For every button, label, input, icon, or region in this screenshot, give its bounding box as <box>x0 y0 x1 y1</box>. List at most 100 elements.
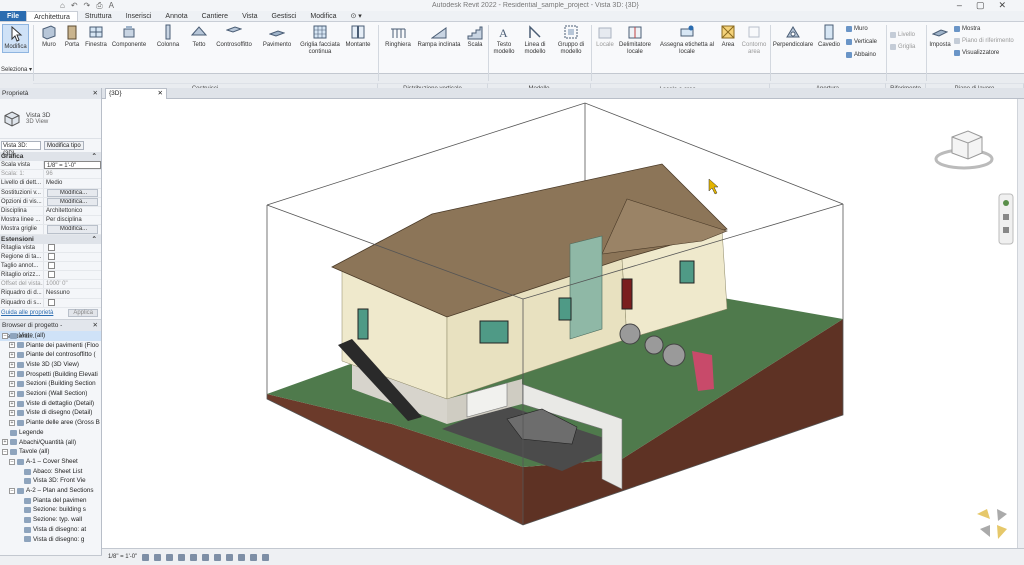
railing-button[interactable]: Ringhiera <box>382 24 414 49</box>
close-browser-icon[interactable]: ✕ <box>93 320 98 331</box>
browser-node[interactable]: Vista di disegno: at <box>0 525 101 535</box>
shaft-button[interactable]: Cavedio <box>816 24 842 49</box>
expand-toggle-icon[interactable]: + <box>9 390 15 397</box>
wall-opening-button[interactable]: Muro <box>846 26 868 32</box>
view-cube[interactable] <box>934 130 994 170</box>
print-icon[interactable]: ⎙ <box>96 1 102 11</box>
scope-box-value[interactable]: Nessuno <box>44 289 101 297</box>
expand-toggle-icon[interactable]: + <box>2 439 8 446</box>
analytical-model-icon[interactable] <box>262 553 270 561</box>
shadows-icon[interactable] <box>178 553 186 561</box>
tab-modifica[interactable]: Modifica <box>303 11 343 21</box>
tab-struttura[interactable]: Struttura <box>78 11 119 21</box>
browser-node[interactable]: Sezione: building s <box>0 505 101 515</box>
tab-annota[interactable]: Annota <box>158 11 194 21</box>
door-button[interactable]: Porta <box>61 24 83 49</box>
column-button[interactable]: Colonna <box>155 24 181 49</box>
apply-button[interactable]: Applica <box>68 309 98 318</box>
expand-toggle-icon[interactable]: – <box>2 332 8 339</box>
floor-button[interactable]: Pavimento <box>260 24 294 49</box>
browser-node[interactable]: Sezione: typ. wall <box>0 515 101 525</box>
tab-extra[interactable]: ⊙ ▾ <box>343 11 368 21</box>
browser-node[interactable]: Vista 3D: Front Vie <box>0 476 101 486</box>
expand-toggle-icon[interactable]: + <box>9 352 15 359</box>
section-box-checkbox[interactable] <box>48 298 55 306</box>
temporary-hide-icon[interactable] <box>238 553 246 561</box>
home-icon[interactable]: ⌂ <box>60 1 65 11</box>
show-workplane-button[interactable]: Mostra <box>954 26 980 32</box>
browser-node[interactable]: Abaco: Sheet List <box>0 467 101 477</box>
vertical-opening-button[interactable]: Verticale <box>846 39 877 45</box>
sun-path-icon[interactable] <box>166 553 174 561</box>
redo-icon[interactable]: ↷ <box>84 1 91 11</box>
tag-room-button[interactable]: Assegna etichetta al locale <box>658 24 716 55</box>
browser-node[interactable]: Legende <box>0 428 101 438</box>
minimize-button[interactable]: – <box>957 0 962 11</box>
stair-button[interactable]: Scala <box>464 24 486 49</box>
navigation-bar[interactable] <box>998 193 1014 245</box>
roof-button[interactable]: Tetto <box>188 24 210 49</box>
browser-node[interactable]: + Viste di disegno (Detail) <box>0 408 101 418</box>
show-crop-icon[interactable] <box>214 553 222 561</box>
expand-toggle-icon[interactable]: + <box>9 400 15 407</box>
detail-level-icon[interactable] <box>142 553 150 561</box>
show-hidden-lines-value[interactable]: Per disciplina <box>44 216 101 224</box>
ramp-button[interactable]: Rampa inclinata <box>415 24 463 49</box>
component-button[interactable]: Componente <box>110 24 148 49</box>
expand-toggle-icon[interactable]: + <box>9 419 15 426</box>
crop-region-checkbox[interactable] <box>48 252 55 260</box>
browser-node[interactable]: + Sezioni (Wall Section) <box>0 389 101 399</box>
annotation-crop-checkbox[interactable] <box>48 261 55 269</box>
tab-file[interactable]: File <box>0 11 27 21</box>
dormer-opening-button[interactable]: Abbaino <box>846 52 876 58</box>
viewer-button[interactable]: Visualizzatore <box>954 50 999 56</box>
render-icon[interactable] <box>190 553 198 561</box>
close-view-icon[interactable]: ✕ <box>158 89 163 99</box>
tab-gestisci[interactable]: Gestisci <box>265 11 304 21</box>
room-button[interactable]: Locale <box>594 24 616 49</box>
wall-button[interactable]: Muro <box>38 24 60 49</box>
expand-toggle-icon[interactable]: – <box>9 458 15 465</box>
view-scale-input[interactable]: 1/8" = 1'-0" <box>44 161 101 170</box>
close-window-button[interactable]: ✕ <box>998 0 1006 11</box>
level-button[interactable]: Livello <box>890 32 915 38</box>
visual-style-icon[interactable] <box>154 553 162 561</box>
expand-toggle-icon[interactable]: + <box>9 361 15 368</box>
display-options-button[interactable]: Modifica... <box>47 197 98 206</box>
detail-level-value[interactable]: Medio <box>44 179 101 187</box>
mullion-button[interactable]: Montante <box>342 24 374 49</box>
type-selector[interactable]: Vista 3D: {3D} <box>1 141 41 157</box>
tab-cantiere[interactable]: Cantiere <box>195 11 235 21</box>
browser-node[interactable]: + Sezioni (Building Section <box>0 379 101 389</box>
view-scale-label[interactable]: 1/8" = 1'-0" <box>108 554 137 560</box>
maximize-button[interactable]: ▢ <box>976 0 985 11</box>
far-clip-checkbox[interactable] <box>48 271 55 279</box>
group-extents[interactable]: Estensioni ⌃ <box>0 234 101 244</box>
drawing-canvas[interactable] <box>102 99 1017 548</box>
set-workplane-button[interactable]: Imposta <box>927 24 953 49</box>
browser-node[interactable]: – Tavole (all) <box>0 447 101 457</box>
group-graphics[interactable]: Grafica ⌃ <box>0 152 101 161</box>
properties-help-link[interactable]: Guida alle proprietà <box>1 310 53 316</box>
curtain-grid-button[interactable]: Griglia facciata continua <box>298 24 342 55</box>
by-face-button[interactable]: Perpendicolare <box>772 24 814 49</box>
browser-node[interactable]: Pianta del pavimen <box>0 496 101 506</box>
model-group-button[interactable]: Gruppo di modello <box>555 24 587 55</box>
browser-node[interactable]: Vista di disegno: g <box>0 535 101 545</box>
model-line-button[interactable]: Linea di modello <box>520 24 550 55</box>
lock-view-icon[interactable] <box>226 553 234 561</box>
expand-toggle-icon[interactable]: – <box>2 449 8 456</box>
browser-node[interactable]: – A-2 – Plan and Sections <box>0 486 101 496</box>
vertical-scrollbar[interactable] <box>1017 99 1024 548</box>
area-boundary-button[interactable]: Contorno area <box>740 24 768 55</box>
view-tab-3d[interactable]: {3D} ✕ <box>105 88 167 99</box>
tab-vista[interactable]: Vista <box>235 11 264 21</box>
expand-toggle-icon[interactable]: + <box>9 371 15 378</box>
browser-node[interactable]: + Viste di dettaglio (Detail) <box>0 399 101 409</box>
show-grids-button[interactable]: Modifica... <box>47 225 98 234</box>
undo-icon[interactable]: ↶ <box>71 1 78 11</box>
expand-toggle-icon[interactable]: – <box>9 487 15 494</box>
ceiling-button[interactable]: Controsoffitto <box>212 24 256 49</box>
expand-toggle-icon[interactable]: + <box>9 342 15 349</box>
discipline-value[interactable]: Architettonico <box>44 207 101 215</box>
